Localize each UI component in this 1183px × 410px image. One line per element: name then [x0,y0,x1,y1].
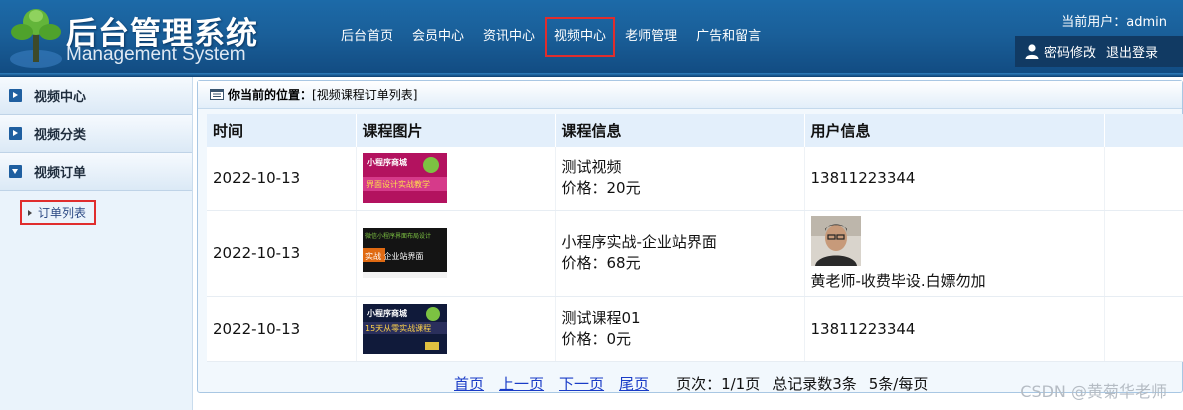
current-user-label: 当前用户：admin [1061,15,1167,30]
sidebar-item-order-list[interactable]: 订单列表 [20,200,97,225]
last-page-link[interactable]: 尾页 [619,373,649,394]
watermark-text: CSDN @黄菊华老师 [1020,382,1167,401]
nav-teachers[interactable]: 老师管理 [616,17,686,57]
course-thumbnail-image: 小程序商城 界面设计实战教学 [362,153,447,204]
breadcrumb-path: [视频课程订单列表] [312,88,418,102]
course-price: 价格：20元 [561,179,641,198]
empty-cell [1104,210,1183,297]
course-info-cell: 测试课程01 价格：0元 [555,296,805,362]
sidebar: 视频中心 视频分类 视频订单 订单列表 [0,77,193,410]
column-header-image: 课程图片 [356,114,556,147]
sidebar-section-video-center[interactable]: 视频中心 [0,77,192,115]
breadcrumb: 你当前的位置： [视频课程订单列表] [198,81,1182,109]
svg-text:小程序商城: 小程序商城 [366,157,407,167]
course-title: 测试课程01 [561,308,641,327]
table-row: 2022-10-13 小程序商城 15天从零实战课程 测试课程01 价格：0元 [207,296,1183,362]
nav-news[interactable]: 资讯中心 [474,17,544,57]
brand-subtitle: Management System [66,44,246,65]
column-header-time: 时间 [207,114,357,147]
collapse-arrow-icon [9,165,22,178]
course-thumbnail-image: 微信小程序界面布局设计 实战 企业站界面 [362,228,447,278]
svg-text:实战 企业站界面: 实战 企业站界面 [365,251,424,261]
sidebar-section-video-orders[interactable]: 视频订单 [0,153,192,191]
logout-link[interactable]: 退出登录 [1106,42,1158,61]
per-page-count: 5条/每页 [868,375,929,393]
nav-members[interactable]: 会员中心 [403,17,473,57]
course-price: 价格：68元 [561,254,641,272]
user-actions: 密码修改 退出登录 [1015,36,1183,67]
nav-video-center[interactable]: 视频中心 [545,17,616,57]
svg-text:微信小程序界面布局设计: 微信小程序界面布局设计 [365,232,431,240]
svg-text:15天从零实战课程: 15天从零实战课程 [365,323,431,333]
nav-ads-messages[interactable]: 广告和留言 [687,17,770,57]
course-image-cell: 小程序商城 15天从零实战课程 [356,296,556,362]
nav-home[interactable]: 后台首页 [332,17,402,57]
empty-cell [1104,296,1183,362]
prev-page-link[interactable]: 上一页 [499,373,544,394]
page-indicator: 页次：1/1页 [676,375,761,393]
course-image-cell: 微信小程序界面布局设计 实战 企业站界面 [356,210,556,297]
course-info-cell: 小程序实战-企业站界面 价格：68元 [555,210,805,297]
total-records: 总记录数3条 [772,375,857,393]
course-title: 测试视频 [561,158,622,177]
next-page-link[interactable]: 下一页 [559,373,604,394]
orders-table: 时间 课程图片 课程信息 用户信息 2022-10-13 小程序商城 界面设计实… [207,114,1183,362]
sidebar-section-label: 视频中心 [34,90,87,105]
empty-cell [1104,147,1183,211]
top-nav: 后台首页 会员中心 资讯中心 视频中心 老师管理 广告和留言 [332,17,771,57]
order-date: 2022-10-13 [207,296,357,362]
column-header-course: 课程信息 [555,114,805,147]
course-info-cell: 测试视频 价格：20元 [555,147,805,211]
user-name: 黄老师-收费毕设.白嫖勿加 [810,271,986,290]
course-price: 价格：0元 [561,329,632,348]
course-image-cell: 小程序商城 界面设计实战教学 [356,147,556,211]
first-page-link[interactable]: 首页 [454,373,484,394]
tree-logo-icon [10,9,62,68]
top-header: 后台管理系统 Management System 后台首页 会员中心 资讯中心 … [0,0,1183,77]
column-header-user: 用户信息 [804,114,1105,147]
svg-text:界面设计实战教学: 界面设计实战教学 [366,179,430,189]
sidebar-item-label: 订单列表 [38,206,87,220]
breadcrumb-label: 你当前的位置： [228,88,313,102]
document-icon [210,89,224,100]
order-date: 2022-10-13 [207,147,357,211]
table-row: 2022-10-13 小程序商城 界面设计实战教学 测试视频 价格：20元 13… [207,147,1183,211]
column-header-extra [1104,114,1183,147]
course-title: 小程序实战-企业站界面 [561,233,717,251]
main-panel: 你当前的位置： [视频课程订单列表] 时间 课程图片 课程信息 用户信息 202… [197,80,1183,393]
sidebar-section-label: 视频订单 [34,166,87,181]
bullet-triangle-icon [28,209,32,216]
table-header-row: 时间 课程图片 课程信息 用户信息 [207,114,1183,147]
expand-arrow-icon [9,89,22,102]
course-thumbnail-image: 小程序商城 15天从零实战课程 [362,303,447,354]
user-info: 13811223344 [804,296,1105,362]
sidebar-section-video-category[interactable]: 视频分类 [0,115,192,153]
expand-arrow-icon [9,127,22,140]
pagination: 首页 上一页 下一页 尾页 页次：1/1页 总记录数3条 5条/每页 [454,373,928,394]
person-icon [1025,44,1039,59]
table-row: 2022-10-13 微信小程序界面布局设计 实战 企业站界面 小程序实战-企业… [207,210,1183,297]
sidebar-section-label: 视频分类 [34,128,87,143]
user-avatar [810,215,861,266]
user-info-cell: 黄老师-收费毕设.白嫖勿加 [804,210,1105,297]
change-password-link[interactable]: 密码修改 [1044,42,1096,61]
svg-text:小程序商城: 小程序商城 [366,308,407,318]
order-date: 2022-10-13 [207,210,357,297]
user-info: 13811223344 [804,147,1105,211]
